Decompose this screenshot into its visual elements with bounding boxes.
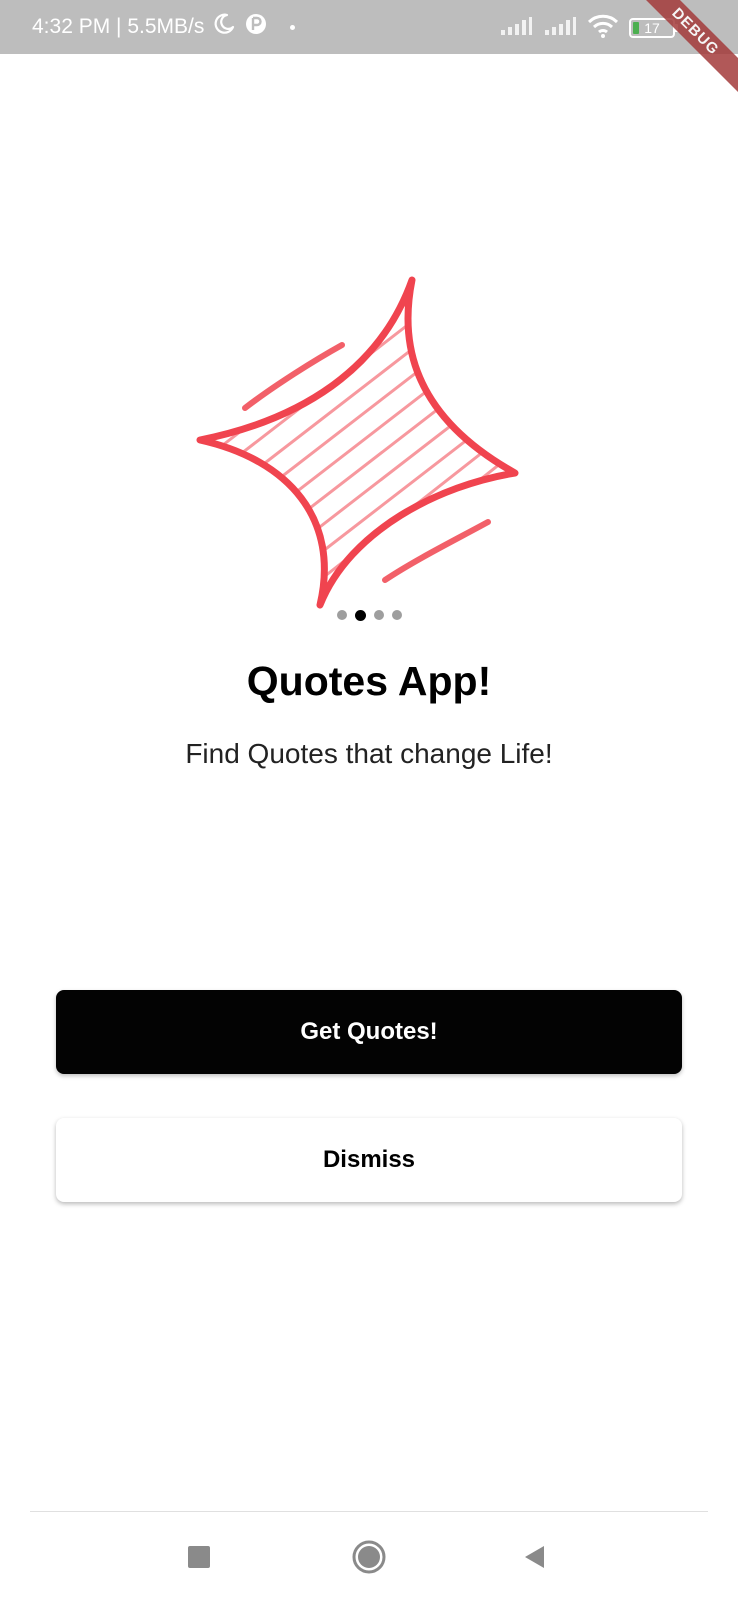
- notification-dot: [290, 24, 296, 30]
- page-dot-1[interactable]: [336, 610, 347, 620]
- dismiss-button[interactable]: Dismiss: [56, 1118, 682, 1202]
- signal-icon-1: [499, 16, 533, 41]
- back-button[interactable]: [510, 1532, 560, 1582]
- triangle-back-icon: [525, 1546, 544, 1568]
- signal-icon-2: [543, 16, 577, 41]
- sparkle-star-icon: [190, 260, 530, 610]
- page-indicator: [0, 608, 738, 622]
- system-nav-bar: [0, 1512, 738, 1600]
- battery-level: 17: [644, 20, 660, 36]
- square-recent-apps-icon: [188, 1546, 210, 1568]
- get-quotes-button[interactable]: Get Quotes!: [56, 990, 682, 1074]
- status-right: 17: [499, 14, 678, 43]
- page-dot-2[interactable]: [354, 609, 366, 621]
- battery-icon: 17: [629, 18, 678, 38]
- recent-apps-button[interactable]: [174, 1532, 224, 1582]
- status-bar: 4:32 PM | 5.5MB/s 17 DEBUG: [0, 0, 738, 94]
- status-time-speed: 4:32 PM | 5.5MB/s: [32, 15, 205, 38]
- battery-body: 17: [629, 18, 675, 38]
- debug-banner: DEBUG: [633, 0, 738, 94]
- wifi-icon: [587, 14, 619, 43]
- page-dot-3[interactable]: [373, 610, 384, 620]
- app-screen: 4:32 PM | 5.5MB/s 17 DEBUG Quotes App! F…: [0, 0, 738, 1600]
- status-left: 4:32 PM | 5.5MB/s: [32, 12, 296, 42]
- page-subtitle: Find Quotes that change Life!: [185, 738, 553, 769]
- circle-p-icon: [244, 12, 268, 42]
- page-title: Quotes App!: [246, 658, 492, 704]
- page-dot-4[interactable]: [391, 610, 402, 620]
- circle-home-icon: [352, 1540, 386, 1574]
- home-button[interactable]: [344, 1532, 394, 1582]
- moon-icon: [212, 12, 236, 42]
